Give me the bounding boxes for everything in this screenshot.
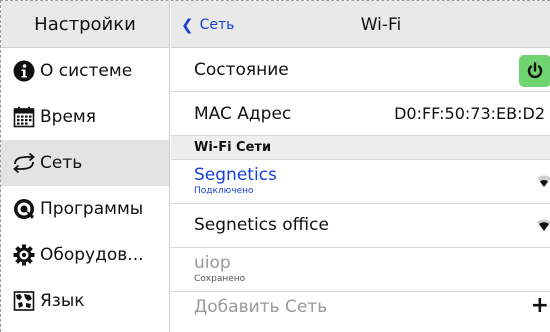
mac-row: MAC Адрес D0:FF:50:73:EB:D2 [171,92,550,136]
sidebar-item-label: Сеть [40,153,83,173]
calendar-icon [12,105,36,129]
sidebar-item-network[interactable]: Сеть [1,140,169,186]
sidebar: Настройки О системе Время Сеть Программы… [1,1,170,332]
sidebar-item-programs[interactable]: Программы [1,186,169,232]
programs-icon [12,197,36,221]
wifi-icon [537,219,550,231]
network-status: Сохранено [194,274,246,284]
sidebar-item-label: О системе [40,61,133,81]
sidebar-item-label: Программы [40,199,144,219]
wifi-header: ❮ Сеть Wi-Fi [171,1,550,48]
sidebar-item-about[interactable]: О системе [1,48,169,94]
sidebar-item-partial [1,324,169,332]
network-name: Segnetics [194,165,277,185]
network-item-segnetics-office[interactable]: Segnetics office [171,204,550,248]
add-network-label: Добавить Сеть [194,297,328,317]
plus-icon: + [530,293,549,318]
add-network-button[interactable]: Добавить Сеть + [171,292,550,322]
sidebar-item-language[interactable]: Язык [1,278,169,324]
power-toggle-button[interactable] [519,55,550,87]
network-item-uiop[interactable]: uiop Сохранено [171,248,550,292]
chevron-left-icon: ❮ [181,15,194,34]
power-icon [527,62,543,79]
network-name: Segnetics office [194,215,329,235]
sidebar-header: Настройки [1,1,169,48]
back-label: Сеть [199,16,235,33]
back-button[interactable]: ❮ Сеть [181,1,234,48]
sidebar-item-label: Язык [40,291,85,311]
mac-value: D0:FF:50:73:EB:D2 [394,104,545,123]
sidebar-item-label: Оборудов... [40,245,144,265]
status-label: Состояние [194,59,289,80]
gear-icon [12,243,36,267]
sidebar-item-hardware[interactable]: Оборудов... [1,232,169,278]
wifi-icon [537,175,550,187]
sidebar-item-label: Время [40,107,96,127]
network-item-segnetics[interactable]: Segnetics Подключено [171,160,550,204]
wifi-networks-section-header: Wi-Fi Сети [171,136,550,160]
info-icon [12,59,36,83]
mac-label: MAC Адрес [194,103,292,124]
settings-window: Настройки О системе Время Сеть Программы… [0,0,550,332]
map-icon [12,289,36,313]
sidebar-title: Настройки [34,13,136,35]
partial-icon [12,324,36,332]
status-row: Состояние [171,48,550,92]
wifi-panel: ❮ Сеть Wi-Fi Состояние MAC Адрес D0:FF:5… [171,1,550,332]
sidebar-item-time[interactable]: Время [1,94,169,140]
network-icon [12,151,36,175]
network-status: Подключено [194,186,254,196]
network-name: uiop [194,253,231,273]
